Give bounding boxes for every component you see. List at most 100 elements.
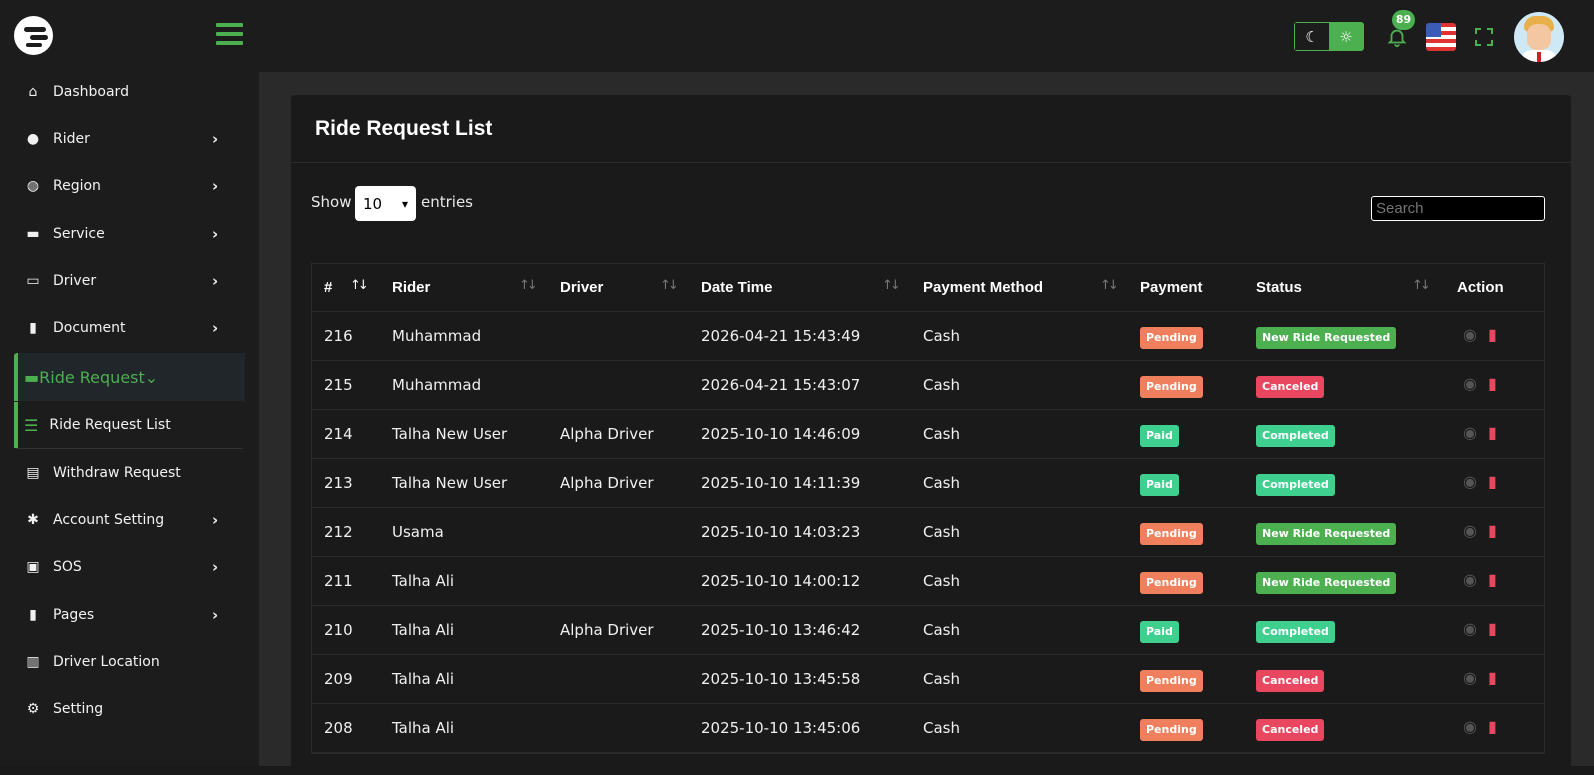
table-row: 208 Talha Ali 2025-10-10 13:45:06 Cash Pendi… bbox=[312, 704, 1544, 753]
entries-value: 10 bbox=[363, 194, 383, 213]
fullscreen-icon[interactable] bbox=[1475, 28, 1493, 46]
money-check-icon: ▤ bbox=[26, 465, 40, 481]
sidebar-item-label: Ride Request List bbox=[49, 417, 171, 433]
cell-payment-method: Cash bbox=[923, 719, 960, 737]
col-header-driver[interactable]: Driver bbox=[560, 264, 603, 312]
status-badge: Canceled bbox=[1256, 719, 1325, 741]
sidebar-item-ride-request[interactable]: ▬ Ride Request ⌄ bbox=[14, 353, 245, 401]
sidebar-item-label: Account Setting bbox=[53, 512, 165, 528]
sidebar-item-driver-location[interactable]: ▥ Driver Location bbox=[14, 640, 244, 684]
cell-rider: Talha Ali bbox=[392, 719, 455, 737]
car-side-icon: ▬ bbox=[24, 367, 40, 387]
trash-icon[interactable]: ▮ bbox=[1488, 668, 1497, 687]
address-book-icon: ▣ bbox=[26, 559, 40, 575]
col-header-payment: Payment bbox=[1140, 279, 1203, 296]
sidebar-item-document[interactable]: ▮ Document › bbox=[14, 306, 244, 350]
col-header-status[interactable]: Status bbox=[1256, 264, 1302, 312]
payment-badge: Pending bbox=[1140, 376, 1203, 398]
sidebar-item-region[interactable]: ◍ Region › bbox=[14, 164, 244, 208]
table-row: 211 Talha Ali 2025-10-10 14:00:12 Cash Pendi… bbox=[312, 557, 1544, 606]
entries-select[interactable]: 10 ▾ bbox=[355, 186, 416, 221]
cell-date-time: 2026-04-21 15:43:49 bbox=[701, 327, 861, 345]
sidebar-item-label: SOS bbox=[53, 559, 82, 575]
card-divider bbox=[291, 162, 1571, 163]
status-badge: Completed bbox=[1256, 425, 1335, 447]
table-row: 214 Talha New User Alpha Driver 2025-10-10 … bbox=[312, 410, 1544, 459]
brand-logo[interactable] bbox=[14, 16, 53, 55]
sun-icon[interactable]: ☼ bbox=[1329, 23, 1363, 50]
eye-icon[interactable]: ◉ bbox=[1463, 717, 1477, 736]
sidebar-item-account-setting[interactable]: ✱ Account Setting › bbox=[14, 498, 244, 542]
cell-payment-method: Cash bbox=[923, 621, 960, 639]
page-icon: ▮ bbox=[29, 607, 37, 623]
sort-icon[interactable]: ↑↓ bbox=[519, 278, 538, 293]
payment-badge: Paid bbox=[1140, 425, 1179, 447]
cell-rider: Talha Ali bbox=[392, 670, 455, 688]
sort-asc-icon[interactable]: ↑↓ bbox=[350, 278, 369, 293]
eye-icon[interactable]: ◉ bbox=[1463, 570, 1477, 589]
hamburger-menu-icon[interactable] bbox=[216, 23, 243, 46]
sort-icon[interactable]: ↑↓ bbox=[660, 278, 679, 293]
cell-rider: Muhammad bbox=[392, 376, 482, 394]
sidebar-item-label: Driver bbox=[53, 273, 97, 289]
col-header-rider[interactable]: Rider bbox=[392, 264, 430, 312]
trash-icon[interactable]: ▮ bbox=[1488, 472, 1497, 491]
col-header-payment-method[interactable]: Payment Method bbox=[923, 264, 1043, 312]
sidebar-item-sos[interactable]: ▣ SOS › bbox=[14, 545, 244, 589]
eye-icon[interactable]: ◉ bbox=[1463, 521, 1477, 540]
cell-date-time: 2025-10-10 14:11:39 bbox=[701, 474, 861, 492]
chevron-right-icon: › bbox=[212, 130, 219, 148]
gear-icon: ⚙ bbox=[26, 701, 40, 717]
trash-icon[interactable]: ▮ bbox=[1488, 521, 1497, 540]
theme-toggle[interactable]: ☾ ☼ bbox=[1294, 22, 1364, 51]
status-badge: New Ride Requested bbox=[1256, 327, 1397, 349]
cell-id: 216 bbox=[324, 327, 353, 345]
sort-icon[interactable]: ↑↓ bbox=[882, 278, 901, 293]
chevron-right-icon: › bbox=[212, 606, 219, 624]
sidebar-subitem-ride-request-list[interactable]: ☰ Ride Request List bbox=[14, 402, 245, 448]
cell-date-time: 2025-10-10 14:00:12 bbox=[701, 572, 861, 590]
eye-icon[interactable]: ◉ bbox=[1463, 619, 1477, 638]
status-badge: Completed bbox=[1256, 621, 1335, 643]
eye-icon[interactable]: ◉ bbox=[1463, 668, 1477, 687]
sidebar-item-dashboard[interactable]: ⌂ Dashboard bbox=[14, 70, 244, 114]
table-body: 216 Muhammad 2026-04-21 15:43:49 Cash Pendin… bbox=[312, 312, 1544, 753]
search-input[interactable] bbox=[1371, 196, 1545, 221]
sidebar-item-label: Ride Request bbox=[39, 367, 145, 387]
chevron-right-icon: › bbox=[212, 272, 219, 290]
eye-icon[interactable]: ◉ bbox=[1463, 374, 1477, 393]
trash-icon[interactable]: ▮ bbox=[1488, 570, 1497, 589]
payment-badge: Pending bbox=[1140, 327, 1203, 349]
col-header-date-time[interactable]: Date Time bbox=[701, 264, 772, 312]
trash-icon[interactable]: ▮ bbox=[1488, 619, 1497, 638]
sidebar-item-label: Withdraw Request bbox=[53, 465, 181, 481]
sidebar-item-pages[interactable]: ▮ Pages › bbox=[14, 593, 244, 637]
payment-badge: Paid bbox=[1140, 474, 1179, 496]
sort-icon[interactable]: ↑↓ bbox=[1100, 278, 1119, 293]
sort-icon[interactable]: ↑↓ bbox=[1412, 278, 1431, 293]
sidebar-item-withdraw-request[interactable]: ▤ Withdraw Request bbox=[14, 451, 244, 495]
trash-icon[interactable]: ▮ bbox=[1488, 717, 1497, 736]
col-header-id[interactable]: # bbox=[324, 264, 332, 312]
moon-icon[interactable]: ☾ bbox=[1295, 23, 1329, 50]
status-badge: New Ride Requested bbox=[1256, 523, 1397, 545]
status-badge: New Ride Requested bbox=[1256, 572, 1397, 594]
cell-date-time: 2025-10-10 14:03:23 bbox=[701, 523, 861, 541]
sidebar-item-service[interactable]: ▬ Service › bbox=[14, 212, 244, 256]
notification-count-badge: 89 bbox=[1392, 10, 1415, 30]
users-cog-icon: ✱ bbox=[27, 512, 39, 528]
sidebar-item-setting[interactable]: ⚙ Setting bbox=[14, 687, 244, 731]
sidebar-item-label: Service bbox=[53, 226, 105, 242]
eye-icon[interactable]: ◉ bbox=[1463, 325, 1477, 344]
status-badge: Canceled bbox=[1256, 670, 1325, 692]
cell-date-time: 2025-10-10 14:46:09 bbox=[701, 425, 861, 443]
trash-icon[interactable]: ▮ bbox=[1488, 423, 1497, 442]
eye-icon[interactable]: ◉ bbox=[1463, 423, 1477, 442]
user-avatar[interactable] bbox=[1514, 12, 1564, 62]
sidebar-item-rider[interactable]: ● Rider › bbox=[14, 117, 244, 161]
eye-icon[interactable]: ◉ bbox=[1463, 472, 1477, 491]
us-flag-icon[interactable] bbox=[1426, 23, 1456, 51]
sidebar-item-driver[interactable]: ▭ Driver › bbox=[14, 259, 244, 303]
trash-icon[interactable]: ▮ bbox=[1488, 325, 1497, 344]
trash-icon[interactable]: ▮ bbox=[1488, 374, 1497, 393]
